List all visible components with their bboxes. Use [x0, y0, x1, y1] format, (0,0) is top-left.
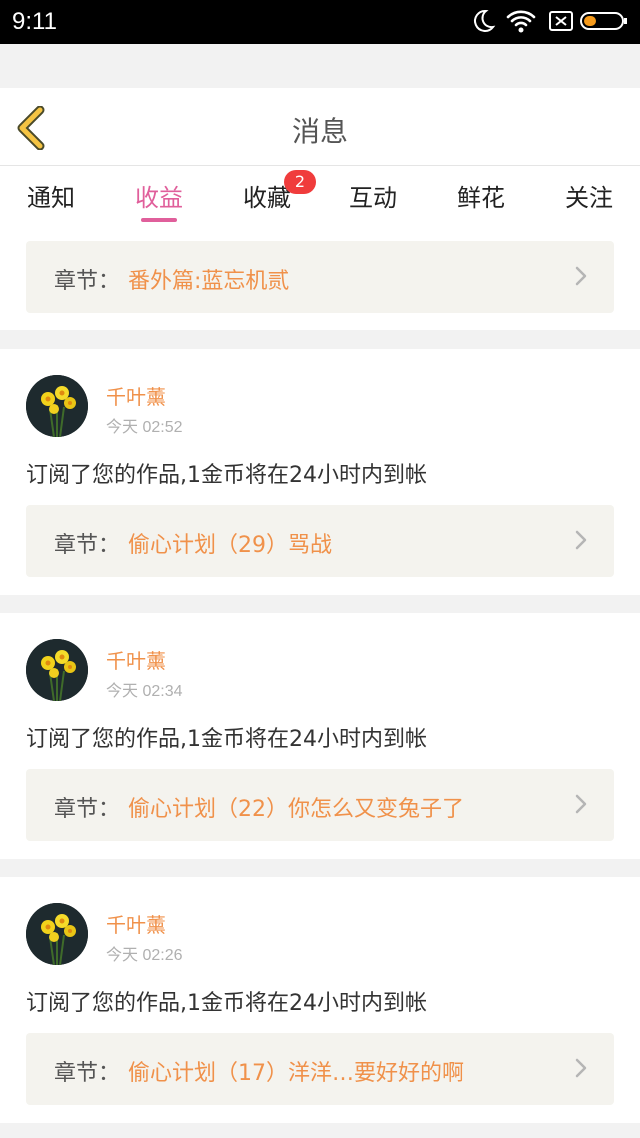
status-bar: 9:11	[0, 0, 640, 44]
message-text: 订阅了您的作品,1金币将在24小时内到帐	[26, 463, 427, 488]
chapter-label: 章节：	[54, 797, 121, 822]
battery-icon	[580, 8, 628, 38]
chapter-title: 偷心计划（22）你怎么又变兔子了	[128, 797, 464, 822]
chapter-label: 章节：	[54, 269, 121, 294]
message-text: 订阅了您的作品,1金币将在24小时内到帐	[26, 727, 427, 752]
chapter-link[interactable]: 章节： 番外篇:蓝忘机贰	[26, 241, 614, 313]
chevron-right-icon	[575, 794, 587, 814]
message-card: 千叶薰 今天 02:52 订阅了您的作品,1金币将在24小时内到帐 章节： 偷心…	[0, 349, 640, 595]
avatar[interactable]	[26, 375, 88, 437]
message-card: 千叶薰 今天 02:26 订阅了您的作品,1金币将在24小时内到帐 章节： 偷心…	[0, 877, 640, 1123]
tab-flowers[interactable]: 鲜花	[436, 178, 526, 222]
chapter-link[interactable]: 章节： 偷心计划（29）骂战	[26, 505, 614, 577]
tab-label: 鲜花	[457, 184, 505, 212]
message-text: 订阅了您的作品,1金币将在24小时内到帐	[26, 991, 427, 1016]
app-header: 消息	[0, 88, 640, 166]
chapter-label: 章节：	[54, 1061, 121, 1086]
avatar[interactable]	[26, 903, 88, 965]
tab-earnings[interactable]: 收益	[114, 178, 204, 222]
user-name[interactable]: 千叶薰	[106, 909, 166, 938]
chevron-right-icon	[575, 266, 587, 286]
sim-icon	[548, 8, 574, 38]
chapter-title: 偷心计划（29）骂战	[128, 533, 332, 558]
tab-label: 互动	[349, 184, 397, 212]
tab-label: 通知	[27, 184, 75, 212]
tab-favorites[interactable]: 收藏 2	[222, 170, 316, 222]
flower-avatar-image	[26, 639, 88, 701]
avatar[interactable]	[26, 639, 88, 701]
tab-interactions[interactable]: 互动	[328, 178, 418, 222]
tab-notifications[interactable]: 通知	[6, 178, 96, 222]
message-time: 今天 02:34	[106, 683, 183, 700]
top-spacer	[0, 44, 640, 88]
tab-label: 关注	[565, 184, 613, 212]
wifi-icon	[506, 8, 536, 38]
user-name[interactable]: 千叶薰	[106, 381, 166, 410]
chapter-link[interactable]: 章节： 偷心计划（17）洋洋…要好好的啊	[26, 1033, 614, 1105]
moon-icon	[470, 8, 496, 38]
message-time: 今天 02:26	[106, 947, 183, 964]
chapter-title: 偷心计划（17）洋洋…要好好的啊	[128, 1061, 464, 1086]
user-name[interactable]: 千叶薰	[106, 645, 166, 674]
flower-avatar-image	[26, 903, 88, 965]
tab-bar: 通知 收益 收藏 2 互动 鲜花 关注	[0, 166, 640, 226]
chapter-title: 番外篇:蓝忘机贰	[128, 269, 290, 294]
page-title: 消息	[291, 115, 348, 148]
chevron-right-icon	[575, 1058, 587, 1078]
chapter-label: 章节：	[54, 533, 121, 558]
unread-badge: 2	[284, 170, 316, 194]
message-card: 千叶薰 今天 02:34 订阅了您的作品,1金币将在24小时内到帐 章节： 偷心…	[0, 613, 640, 859]
active-tab-indicator	[141, 218, 177, 222]
message-time: 今天 02:52	[106, 419, 183, 436]
tab-label: 收益	[135, 184, 183, 212]
tab-label: 收藏	[243, 184, 291, 212]
tab-follows[interactable]: 关注	[544, 178, 634, 222]
chevron-right-icon	[575, 530, 587, 550]
status-time: 9:11	[12, 8, 57, 35]
flower-avatar-image	[26, 375, 88, 437]
chapter-link[interactable]: 章节： 偷心计划（22）你怎么又变兔子了	[26, 769, 614, 841]
message-card: 章节： 番外篇:蓝忘机贰	[0, 226, 640, 330]
